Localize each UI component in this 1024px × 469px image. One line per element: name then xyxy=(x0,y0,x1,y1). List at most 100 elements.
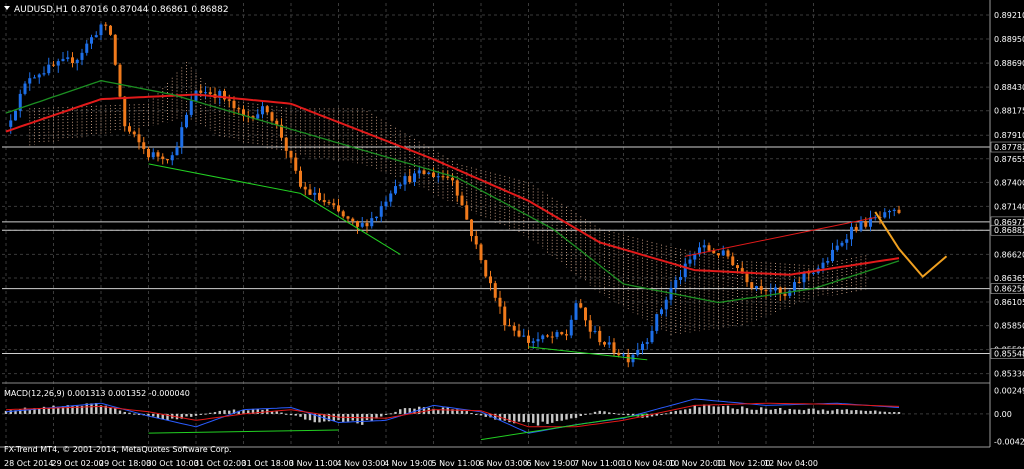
candle-body xyxy=(626,354,630,363)
candle-body xyxy=(85,43,89,53)
candle-body xyxy=(33,77,36,79)
macd-histogram-bar xyxy=(712,406,715,414)
candle-body xyxy=(28,78,32,84)
macd-histogram-bar xyxy=(574,413,578,418)
macd-histogram-bar xyxy=(893,412,896,414)
candle-body xyxy=(512,325,516,331)
candle-body xyxy=(56,61,60,66)
candle-body xyxy=(147,148,150,158)
candle-body xyxy=(384,201,388,207)
candle-body xyxy=(764,290,768,292)
candle-body xyxy=(104,24,108,26)
macd-histogram-bar xyxy=(736,409,739,414)
macd-histogram-bar xyxy=(394,411,397,414)
macd-histogram-bar xyxy=(228,410,231,414)
candle-body xyxy=(261,106,264,115)
macd-histogram-bar xyxy=(546,413,549,424)
macd-histogram-bar xyxy=(28,409,31,414)
candle-body xyxy=(142,142,146,149)
candle-body xyxy=(465,205,469,220)
candle-body xyxy=(750,282,754,288)
candle-body xyxy=(617,352,621,356)
candle-body xyxy=(593,330,597,332)
macd-histogram-bar xyxy=(897,412,901,414)
macd-histogram-bar xyxy=(332,413,335,422)
macd-histogram-bar xyxy=(399,409,402,414)
candle-body xyxy=(579,303,583,308)
candle-body xyxy=(797,282,801,284)
candle-body xyxy=(256,114,260,119)
candle-body xyxy=(455,180,459,196)
candle-body xyxy=(755,286,758,288)
candle-body xyxy=(655,314,659,331)
candle-body xyxy=(270,112,274,121)
macd-histogram-bar xyxy=(299,413,302,417)
candle-body xyxy=(137,134,141,143)
macd-histogram-bar xyxy=(213,412,217,414)
candle-body xyxy=(161,156,165,160)
candle-body xyxy=(9,120,13,127)
candle-body xyxy=(793,282,796,291)
macd-histogram-bar xyxy=(707,404,711,414)
candle-body xyxy=(831,249,834,262)
macd-histogram-bar xyxy=(826,410,829,414)
candle-body xyxy=(61,58,65,62)
candle-body xyxy=(265,106,269,113)
time-tick-label: 29 Oct 18:00 xyxy=(99,459,151,468)
candle-body xyxy=(493,283,497,298)
macd-histogram-bar xyxy=(551,413,554,423)
macd-histogram-bar xyxy=(859,410,863,414)
mt4-chart-window[interactable]: 0.89210 0.88950 0.88690 0.88430 0.88175 0.879… xyxy=(0,0,1024,469)
macd-histogram-bar xyxy=(821,409,825,414)
candle-body xyxy=(759,286,763,291)
candle-body xyxy=(479,244,483,261)
macd-histogram-bar xyxy=(669,411,673,414)
candle-body xyxy=(327,202,331,204)
candle-body xyxy=(332,203,336,206)
macd-histogram-bar xyxy=(47,408,50,414)
macd-histogram-bar xyxy=(874,410,877,414)
candle-body xyxy=(42,73,46,75)
macd-histogram-bar xyxy=(788,408,791,414)
macd-histogram-bar xyxy=(532,413,535,423)
macd-histogram-bar xyxy=(342,413,345,423)
macd-histogram-bar xyxy=(764,408,768,414)
candle-body xyxy=(175,147,179,156)
time-tick-label: 5 Nov 11:00 xyxy=(432,459,481,468)
candle-body xyxy=(403,176,407,185)
candle-body xyxy=(341,211,345,217)
candle-body xyxy=(14,110,17,121)
candle-body xyxy=(845,239,849,243)
candle-body xyxy=(47,64,51,74)
candle-body xyxy=(417,170,421,174)
candle-body xyxy=(227,99,231,101)
candle-body xyxy=(394,186,397,194)
candle-body xyxy=(460,195,464,206)
candle-body xyxy=(23,83,27,94)
candle-body xyxy=(864,221,868,227)
time-tick-label: 4 Nov 19:00 xyxy=(384,459,433,468)
macd-histogram-bar xyxy=(460,410,464,414)
candle-body xyxy=(588,320,592,332)
macd-histogram-bar xyxy=(655,413,658,416)
candle-body xyxy=(365,223,369,227)
candle-body xyxy=(346,216,350,219)
candle-body xyxy=(650,330,654,343)
macd-histogram-bar xyxy=(95,403,98,414)
macd-histogram-bar xyxy=(185,413,188,417)
macd-histogram-bar xyxy=(470,412,473,414)
candle-body xyxy=(736,265,739,269)
macd-histogram-bar xyxy=(589,413,592,415)
candle-body xyxy=(294,157,298,171)
candle-body xyxy=(99,24,103,36)
macd-histogram-bar xyxy=(807,408,810,414)
candle-body xyxy=(603,342,606,345)
macd-histogram-bar xyxy=(304,413,307,420)
candle-body xyxy=(726,250,730,257)
macd-histogram-bar xyxy=(831,410,834,414)
candle-body xyxy=(313,192,317,195)
candle-body xyxy=(584,307,587,321)
macd-histogram-bar xyxy=(503,413,506,421)
copyright-label: FX-Trend MT4, © 2001-2014, MetaQuotes So… xyxy=(4,445,232,454)
candle-body xyxy=(422,170,426,175)
